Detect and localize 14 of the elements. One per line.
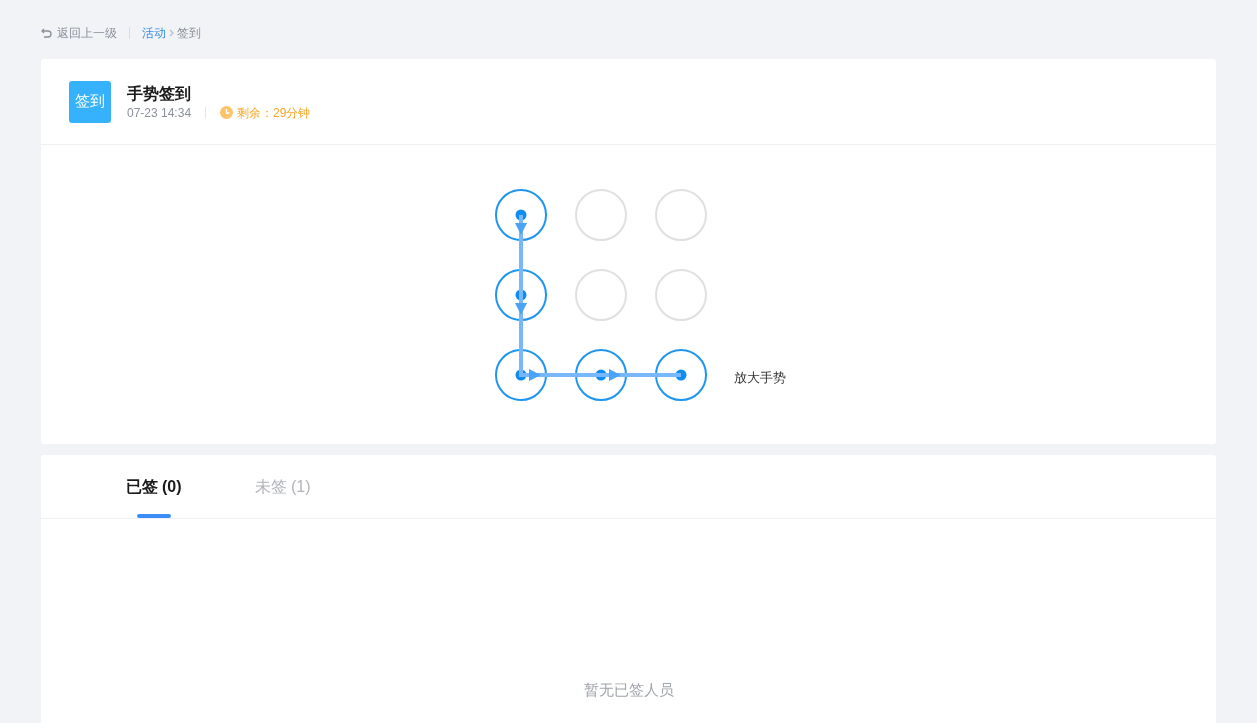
zoom-gesture-link[interactable]: 放大手势 bbox=[734, 367, 786, 387]
activity-time: 07-23 14:34 bbox=[127, 104, 192, 121]
tab[interactable]: 未签 (1) bbox=[225, 455, 340, 518]
sign-in-badge: 签到 bbox=[69, 80, 111, 123]
remaining-time: 剩余：29分钟 bbox=[237, 104, 311, 121]
back-icon bbox=[41, 28, 52, 38]
tab[interactable]: 已签 (0) bbox=[96, 455, 211, 518]
empty-message: 暂无已签人员 bbox=[583, 679, 674, 700]
breadcrumb-link[interactable]: 活动 bbox=[142, 24, 166, 42]
activity-title: 手势签到 bbox=[127, 83, 192, 104]
breadcrumb-current: 签到 bbox=[177, 25, 201, 42]
clock-icon bbox=[220, 106, 234, 119]
chevron-icon bbox=[167, 28, 176, 38]
back-link[interactable]: 返回上一级 bbox=[41, 24, 117, 42]
